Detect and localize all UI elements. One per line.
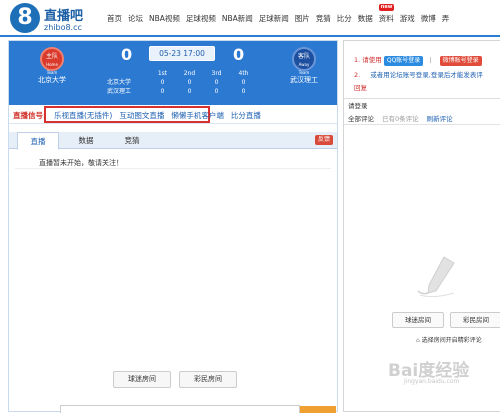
tab-all-comments[interactable]: 全部评论 [348, 113, 374, 123]
away-team-name: 武汉理工 [290, 76, 318, 84]
nav-football-news[interactable]: 足球新闻 [256, 13, 292, 24]
login-hint-tail: 回复 [354, 84, 367, 92]
signal-link-score[interactable]: 比分直播 [231, 110, 268, 121]
quarter-header: 1st [157, 70, 168, 77]
header-divider [0, 35, 500, 37]
away-score: 0 [233, 45, 245, 64]
tab-guess[interactable]: 竞猜 [111, 132, 153, 149]
quarter-value: 0 [214, 79, 219, 86]
nav-football-video[interactable]: 足球视频 [183, 13, 219, 24]
pen-icon [417, 256, 455, 298]
live-notice: 直播暂未开始，敬请关注！ [39, 159, 123, 167]
panel-divider [344, 98, 500, 99]
quarter-corner [107, 69, 149, 78]
live-signal-bar: 直播信号: 乐视直播(无插件) 互动图文直播 懒懒手机客户端 比分直播 [9, 105, 337, 124]
quarter-value: 0 [214, 88, 219, 95]
live-panel: 主队 Home Team 北京大学 0 05-23 17:00 0 1st 2n… [8, 40, 338, 412]
quarter-value: 0 [160, 79, 165, 86]
login-step-2: 2. [354, 71, 361, 79]
lottery-room-button-right[interactable]: 彩民房间 [450, 312, 500, 328]
signal-links: 乐视直播(无插件) 互动图文直播 懒懒手机客户端 比分直播 [54, 110, 268, 121]
nav-home[interactable]: 首页 [104, 13, 125, 24]
login-step-1: 1. [354, 56, 361, 64]
site-logo[interactable]: 8 直播吧 zhibo8.cc [10, 3, 110, 37]
room-enter-text: 选择房间开启精彩评论 [421, 337, 482, 344]
nav-nba-video[interactable]: NBA视频 [146, 13, 183, 24]
login-options: 1. 请使用 QQ账号登录 | 微博账号登录 [354, 54, 482, 66]
nav-scores[interactable]: 比分 [334, 13, 355, 24]
fan-room-button-right[interactable]: 球迷房间 [392, 312, 444, 328]
nav-info-label: 资料 [378, 14, 394, 23]
nav-nba-news[interactable]: NBA新闻 [219, 13, 256, 24]
comment-count: 已有0条评论 [382, 115, 419, 123]
logo-mark: 8 [10, 3, 40, 33]
home-badge-text: 主队 [45, 53, 58, 60]
lottery-room-button[interactable]: 彩民房间 [179, 371, 237, 388]
home-team-logo: 主队 Home Team [40, 47, 64, 75]
signal-title: 直播信号: [13, 111, 46, 120]
quarter-team: 武汉理工 [107, 88, 132, 95]
nav-pictures[interactable]: 图片 [292, 13, 313, 24]
quarter-row: 武汉理工 0 0 0 0 [107, 87, 257, 96]
room-buttons: 球迷房间 彩民房间 [9, 371, 337, 391]
room-enter-hint: ⌂ 选择房间开启精彩评论 [416, 335, 482, 344]
tab-data[interactable]: 数据 [65, 132, 107, 149]
logo-domain: zhibo8.cc [44, 23, 82, 32]
quarter-value: 0 [187, 79, 192, 86]
nav-forum[interactable]: 论坛 [125, 13, 146, 24]
notice-divider [15, 168, 331, 169]
weibo-login-button[interactable]: 微博账号登录 [439, 56, 482, 66]
quarter-team: 北京大学 [107, 79, 132, 86]
nav-more[interactable]: 弄 [439, 13, 453, 24]
quarter-header: 3rd [211, 70, 222, 77]
site-header: 8 直播吧 zhibo8.cc 首页 论坛 NBA视频 足球视频 NBA新闻 足… [0, 0, 500, 38]
away-team[interactable]: 客队 Away Team 武汉理工 [279, 47, 329, 85]
nav-weibo[interactable]: 微博 [418, 13, 439, 24]
qq-login-button[interactable]: QQ账号登录 [383, 56, 424, 66]
home-team[interactable]: 主队 Home Team 北京大学 [27, 47, 77, 85]
footer-button[interactable] [300, 406, 336, 413]
comment-divider [344, 124, 500, 125]
nav-guess[interactable]: 竞猜 [313, 13, 334, 24]
away-badge-text: 客队 [297, 53, 310, 60]
quarter-value: 0 [241, 88, 246, 95]
quarter-row: 北京大学 0 0 0 0 [107, 78, 257, 87]
match-time: 05-23 17:00 [149, 46, 215, 61]
login-section-title: 请登录 [348, 102, 368, 110]
baidu-watermark-url: jingyan.baidu.com [404, 378, 460, 385]
home-team-name: 北京大学 [38, 76, 66, 84]
footer-input[interactable] [60, 405, 300, 413]
signal-link-mobile[interactable]: 懒懒手机客户端 [171, 110, 231, 121]
fan-room-button[interactable]: 球迷房间 [113, 371, 171, 388]
logo-text: 直播吧 [44, 9, 84, 24]
score-board: 主队 Home Team 北京大学 0 05-23 17:00 0 1st 2n… [9, 41, 337, 105]
content-tabs: 直播 数据 竞猜 反馈 [9, 132, 337, 150]
forum-login-link[interactable]: 或者用论坛账号登录,登录后才能发表评 [370, 71, 483, 79]
login-sep: | [429, 56, 432, 64]
feedback-button[interactable]: 反馈 [314, 135, 333, 145]
quarter-value: 0 [241, 79, 246, 86]
nav-data[interactable]: 数据 [355, 13, 376, 24]
nav-games[interactable]: 游戏 [397, 13, 418, 24]
main-nav: 首页 论坛 NBA视频 足球视频 NBA新闻 足球新闻 图片 竞猜 比分 数据 … [104, 4, 453, 24]
quarter-value: 0 [160, 88, 165, 95]
login-prefix: 请使用 [362, 56, 382, 64]
quarter-header: 2nd [183, 70, 196, 77]
refresh-comments-link[interactable]: 刷新评论 [427, 113, 453, 123]
quarter-header: 4th [238, 70, 249, 77]
quarter-scores: 1st 2nd 3rd 4th 北京大学 0 0 0 0 武汉理工 0 0 0 … [107, 69, 257, 96]
quarter-value: 0 [187, 88, 192, 95]
new-badge: new [378, 4, 395, 11]
login-hint: 2. 或者用论坛账号登录,登录后才能发表评 [354, 69, 483, 79]
tab-live[interactable]: 直播 [17, 132, 59, 150]
signal-link-letv[interactable]: 乐视直播(无插件) [54, 110, 119, 121]
away-team-logo: 客队 Away Team [292, 47, 316, 75]
signal-link-text-live[interactable]: 互动图文直播 [119, 110, 171, 121]
nav-info[interactable]: new 资料 [376, 4, 397, 24]
comment-tabs: 全部评论 已有0条评论 刷新评论 [348, 113, 453, 123]
home-score: 0 [121, 45, 133, 64]
quarter-header-row: 1st 2nd 3rd 4th [107, 69, 257, 78]
